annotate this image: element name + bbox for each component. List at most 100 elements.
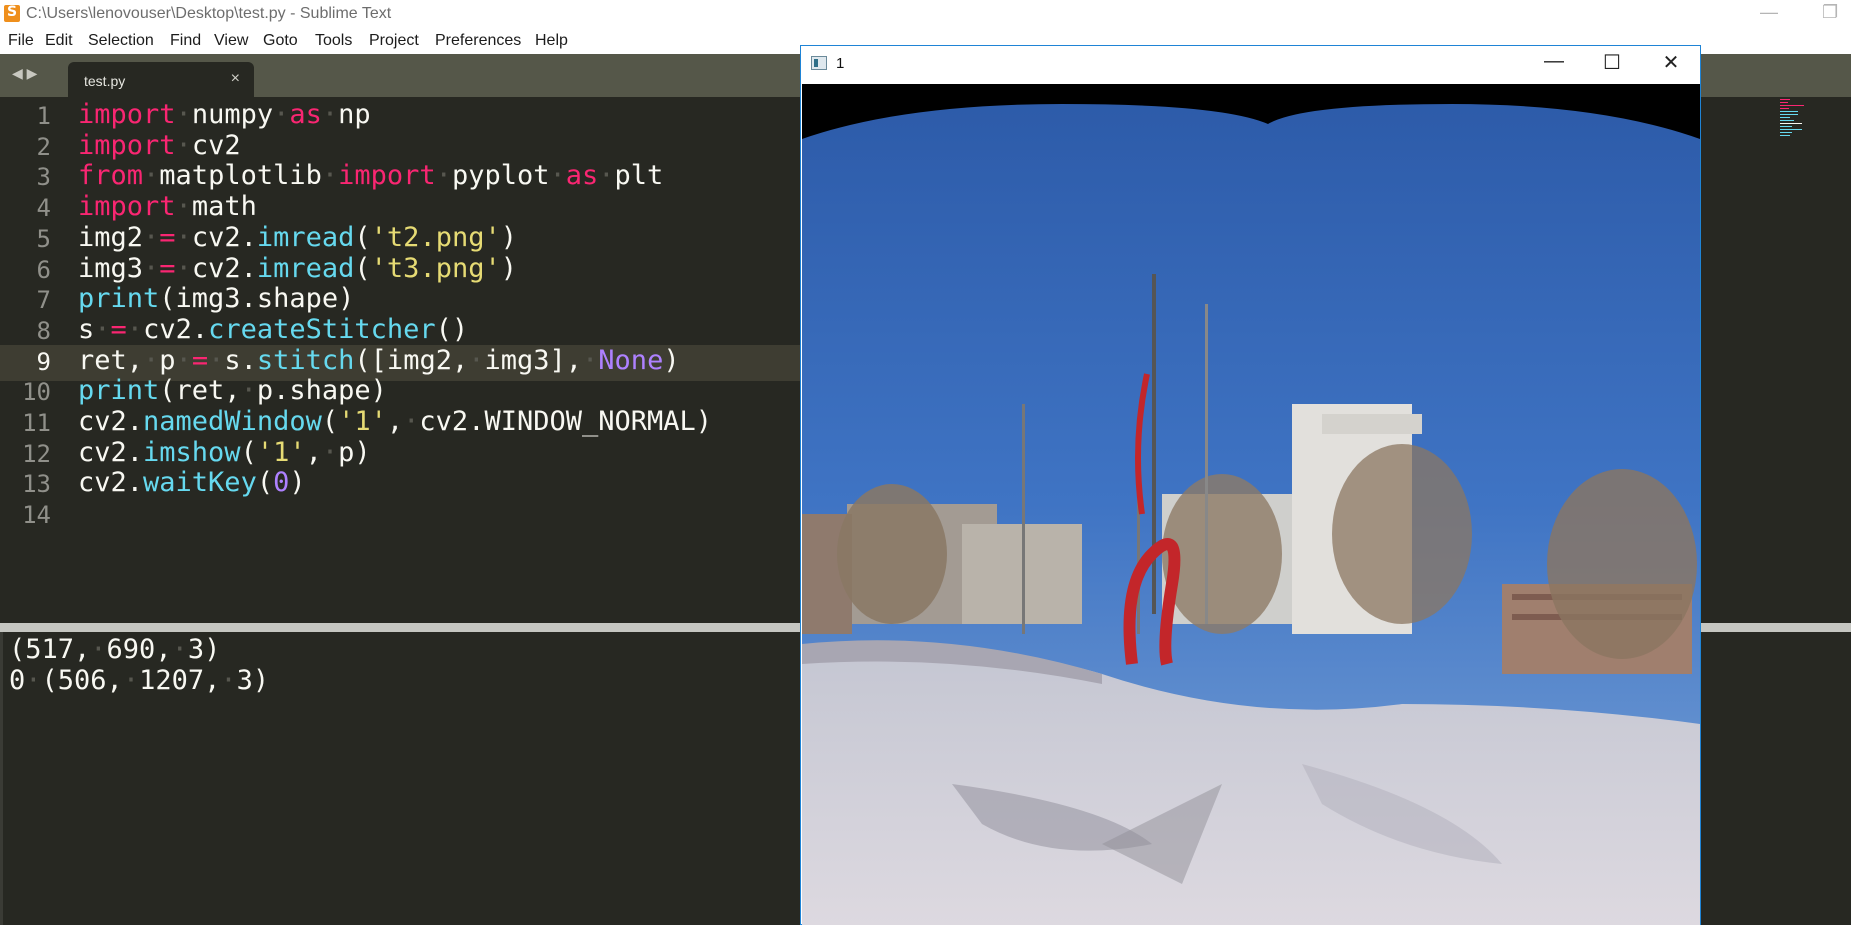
- image-window-title: 1: [836, 55, 845, 72]
- code-token: 0: [9, 665, 26, 696]
- code-token: ,: [386, 406, 404, 437]
- code-line[interactable]: 14: [0, 498, 900, 534]
- tab-close-icon[interactable]: ×: [231, 70, 240, 88]
- code-token: import: [338, 160, 436, 192]
- code-token: ret,: [78, 344, 144, 376]
- image-window-close-button[interactable]: ✕: [1651, 50, 1691, 75]
- menu-edit[interactable]: Edit: [45, 32, 73, 50]
- code-token: ·: [175, 99, 192, 130]
- code-token: (506,: [41, 665, 123, 696]
- code-token: ·: [321, 436, 339, 468]
- line-number: 11: [22, 409, 51, 437]
- menu-find[interactable]: Find: [170, 32, 201, 50]
- code-token: ·: [171, 634, 188, 665]
- menu-tools[interactable]: Tools: [315, 32, 352, 50]
- code-token: ·: [273, 99, 290, 130]
- menu-preferences[interactable]: Preferences: [435, 32, 521, 50]
- code-token: '1': [338, 406, 387, 437]
- code-token: cv2.: [78, 436, 144, 468]
- restore-button[interactable]: ❐: [1822, 2, 1838, 23]
- code-token: ·: [25, 665, 42, 696]
- code-token: =: [159, 252, 176, 284]
- code-token: cv2.: [191, 221, 257, 253]
- code-token: stitch: [256, 344, 355, 376]
- code-token: 3): [236, 665, 270, 696]
- code-token: pyplot: [451, 160, 550, 192]
- code-token: ·: [208, 344, 225, 376]
- menu-goto[interactable]: Goto: [263, 32, 298, 50]
- code-token: (517,: [9, 634, 91, 665]
- code-token: img3: [78, 252, 144, 284]
- minimize-button[interactable]: —: [1760, 2, 1778, 23]
- code-token: img2: [78, 221, 144, 253]
- code-token: (ret,: [159, 375, 241, 407]
- code-token: ·: [175, 344, 192, 376]
- code-token: ): [500, 252, 517, 284]
- line-code: img2·=·cv2.imread('t2.png'): [78, 222, 517, 253]
- code-token: ·: [143, 221, 160, 253]
- code-token: matplotlib: [159, 160, 322, 192]
- code-token: np: [338, 99, 371, 130]
- code-token: cv2.: [78, 406, 144, 437]
- code-token: plt: [614, 160, 664, 192]
- code-token: ,: [305, 436, 322, 468]
- menu-help[interactable]: Help: [535, 32, 568, 50]
- menu-file[interactable]: File: [8, 32, 34, 50]
- menu-project[interactable]: Project: [369, 32, 419, 50]
- line-code: img3·=·cv2.imread('t3.png'): [78, 253, 517, 284]
- output-line: (517,·690,·3): [9, 634, 220, 665]
- code-token: (: [354, 221, 371, 253]
- menu-selection[interactable]: Selection: [88, 32, 154, 50]
- line-code: print(ret,·p.shape): [78, 375, 387, 406]
- code-token: cv2: [191, 129, 241, 161]
- code-token: imread: [256, 221, 355, 253]
- code-token: (img3.shape): [159, 283, 355, 315]
- code-token: p: [159, 344, 176, 376]
- code-token: ·: [321, 99, 339, 130]
- code-token: ·: [175, 252, 192, 284]
- tab-test-py[interactable]: test.py ×: [68, 62, 254, 97]
- line-number: 3: [36, 163, 51, 192]
- line-number: 10: [22, 378, 51, 407]
- title-bar: C:\Users\lenovouser\Desktop\test.py - Su…: [0, 0, 1851, 28]
- line-code: print(img3.shape): [78, 283, 354, 314]
- code-token: ·: [435, 160, 452, 192]
- code-token: ·: [468, 344, 485, 376]
- image-window-minimize-button[interactable]: —: [1534, 50, 1574, 73]
- line-code: cv2.waitKey(0): [78, 467, 306, 498]
- minimap[interactable]: [1780, 97, 1820, 137]
- code-token: cv2.: [191, 252, 257, 284]
- image-window[interactable]: 1 — ☐ ✕: [800, 45, 1701, 925]
- image-window-maximize-button[interactable]: ☐: [1592, 50, 1632, 75]
- line-code: import·math: [78, 191, 257, 222]
- code-token: ·: [403, 406, 420, 437]
- line-code: import·cv2: [78, 130, 241, 161]
- line-code: from·matplotlib·import·pyplot·as·plt: [78, 160, 663, 191]
- code-token: s: [78, 313, 95, 345]
- code-token: ·: [240, 375, 257, 407]
- code-token: import: [78, 129, 176, 161]
- code-token: =: [159, 221, 176, 253]
- code-token: ·: [175, 221, 192, 253]
- code-token: ·: [321, 160, 339, 192]
- code-token: ·: [220, 665, 237, 696]
- menu-view[interactable]: View: [214, 32, 248, 50]
- code-token: ·: [175, 129, 192, 161]
- code-token: cv2.WINDOW_NORMAL): [419, 406, 713, 437]
- line-number: 5: [36, 224, 51, 253]
- line-number: 8: [36, 316, 51, 345]
- code-token: cv2.: [143, 313, 209, 345]
- code-token: createStitcher: [208, 313, 436, 345]
- tab-nav-arrows-icon[interactable]: ◀ ▶: [12, 65, 37, 82]
- code-token: 690,: [106, 634, 172, 665]
- image-window-titlebar[interactable]: 1 — ☐ ✕: [801, 46, 1700, 84]
- code-token: =: [110, 313, 127, 345]
- code-token: '1': [256, 436, 306, 468]
- code-token: (: [354, 252, 371, 284]
- line-number: 6: [36, 255, 51, 284]
- code-token: None: [598, 344, 664, 376]
- line-number: 1: [36, 102, 51, 130]
- code-token: imread: [256, 252, 355, 284]
- code-token: (): [435, 313, 469, 345]
- line-code: s·=·cv2.createStitcher(): [78, 314, 468, 345]
